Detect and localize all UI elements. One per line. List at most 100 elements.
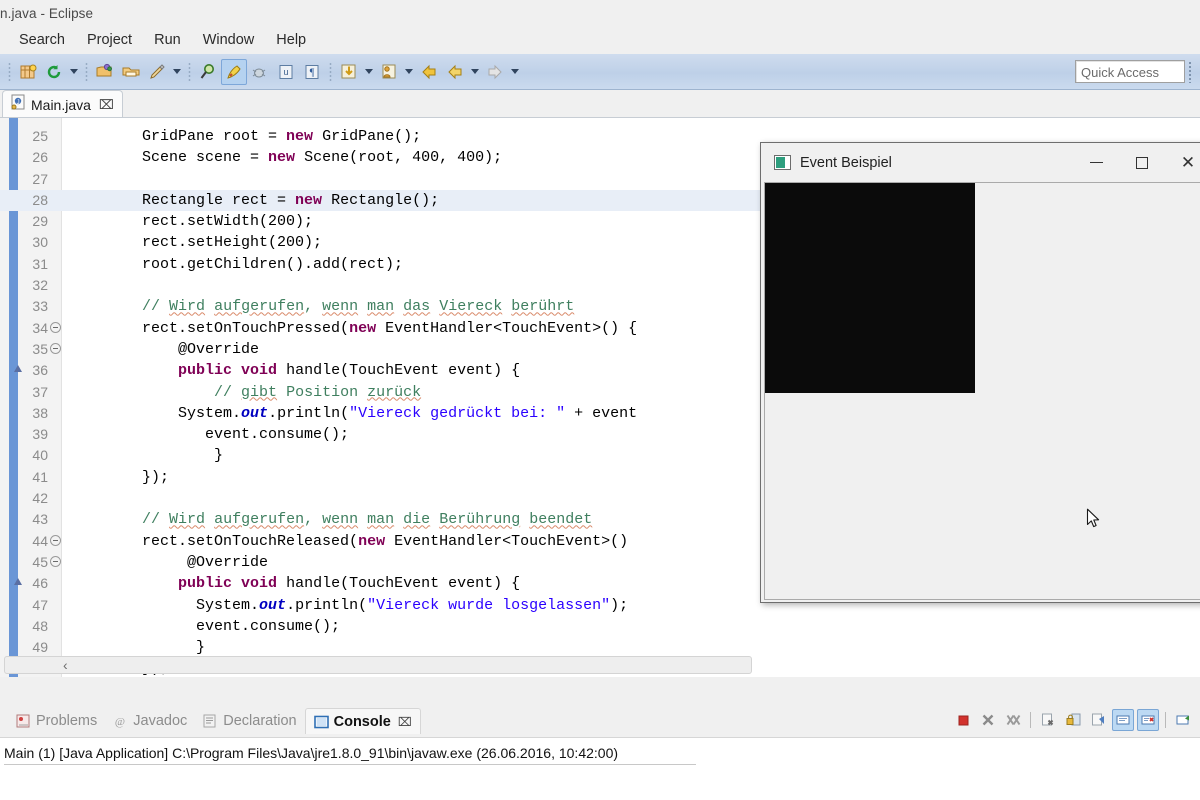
forward-dropdown-arrow[interactable] bbox=[508, 59, 522, 85]
fold-collapse-icon[interactable] bbox=[50, 534, 61, 546]
console-toolbar bbox=[952, 709, 1194, 731]
tab-console[interactable]: Console ⌧ bbox=[304, 708, 421, 734]
close-button[interactable]: ✕ bbox=[1165, 143, 1200, 183]
junit-icon[interactable]: u bbox=[273, 59, 299, 85]
java-application-window[interactable]: Event Beispiel ✕ bbox=[760, 142, 1200, 603]
line-number: 42 bbox=[32, 490, 48, 507]
fold-collapse-icon[interactable] bbox=[50, 321, 61, 333]
line-number: 26 bbox=[32, 149, 48, 166]
toolbar-separator bbox=[1030, 712, 1031, 728]
maximize-icon bbox=[1136, 156, 1148, 169]
toolbar-grip[interactable] bbox=[8, 61, 11, 82]
print-icon[interactable] bbox=[118, 59, 144, 85]
back-icon[interactable] bbox=[442, 59, 468, 85]
clear-console-icon[interactable] bbox=[1037, 709, 1059, 731]
menu-item-help[interactable]: Help bbox=[265, 29, 317, 51]
fold-collapse-icon[interactable] bbox=[50, 555, 61, 567]
remove-launch-icon[interactable] bbox=[977, 709, 999, 731]
declaration-icon bbox=[203, 714, 218, 728]
svg-text:u: u bbox=[283, 68, 288, 78]
close-icon[interactable]: ⌧ bbox=[99, 97, 114, 113]
maximize-button[interactable] bbox=[1119, 143, 1165, 183]
editor-tabrow: J Main.java ⌧ bbox=[0, 90, 1200, 119]
pin-console-icon[interactable] bbox=[1087, 709, 1109, 731]
line-number: 41 bbox=[32, 468, 48, 485]
build-dropdown-arrow[interactable] bbox=[170, 59, 184, 85]
console-divider bbox=[4, 764, 696, 765]
scroll-left-icon[interactable]: ‹ bbox=[63, 658, 68, 672]
code-line-text: @Override bbox=[178, 340, 260, 358]
forward-icon[interactable] bbox=[482, 59, 508, 85]
back-yellow-icon[interactable] bbox=[416, 59, 442, 85]
scroll-lock-icon[interactable] bbox=[1062, 709, 1084, 731]
code-line-text: event.consume(); bbox=[205, 426, 350, 444]
line-number: 34 bbox=[32, 319, 48, 336]
app-icon bbox=[774, 155, 791, 170]
line-number: 31 bbox=[32, 255, 48, 272]
toolbar-grip[interactable] bbox=[85, 61, 88, 82]
person-icon[interactable] bbox=[376, 59, 402, 85]
line-number: 25 bbox=[32, 128, 48, 144]
minimize-button[interactable] bbox=[1073, 143, 1119, 183]
code-line[interactable]: 48 event.consume(); bbox=[0, 616, 1200, 637]
java-window-titlebar[interactable]: Event Beispiel ✕ bbox=[761, 143, 1200, 183]
code-line-text: rect.setOnTouchPressed(new EventHandler<… bbox=[142, 319, 638, 337]
code-line-text: event.consume(); bbox=[196, 617, 341, 635]
line-number: 40 bbox=[32, 447, 48, 464]
toolbar-overflow-grip[interactable] bbox=[1188, 60, 1192, 83]
annotation-marker-icon[interactable] bbox=[14, 578, 22, 586]
new-console-view-icon[interactable] bbox=[1172, 709, 1194, 731]
back-dropdown-arrow[interactable] bbox=[468, 59, 482, 85]
tab-problems[interactable]: Problems bbox=[8, 708, 105, 734]
debug-icon[interactable] bbox=[247, 59, 273, 85]
javadoc-icon: @ bbox=[113, 714, 128, 728]
person-dropdown-arrow[interactable] bbox=[402, 59, 416, 85]
refresh-icon[interactable] bbox=[41, 59, 67, 85]
code-line-text: @Override bbox=[187, 553, 269, 571]
quick-access-input[interactable]: Quick Access bbox=[1075, 60, 1185, 83]
run-icon[interactable] bbox=[221, 58, 247, 85]
code-line-text: Rectangle rect = new Rectangle(); bbox=[142, 191, 440, 209]
line-number: 27 bbox=[32, 170, 48, 187]
code-line-text: // gibt Position zurück bbox=[214, 383, 422, 401]
menu-item-window[interactable]: Window bbox=[192, 29, 266, 51]
terminate-icon[interactable] bbox=[952, 709, 974, 731]
eclipse-window: n.java - Eclipse Search Project Run Wind… bbox=[0, 0, 1200, 800]
problems-icon bbox=[16, 714, 31, 728]
menu-item-search[interactable]: Search bbox=[8, 29, 76, 51]
tab-javadoc[interactable]: @ Javadoc bbox=[105, 708, 195, 734]
fold-collapse-icon[interactable] bbox=[50, 342, 61, 354]
tab-console-label: Console bbox=[333, 713, 391, 730]
search-icon[interactable] bbox=[195, 59, 221, 85]
code-line-text: // Wird aufgerufen, wenn man das Viereck… bbox=[142, 298, 575, 316]
java-window-controls: ✕ bbox=[1073, 143, 1200, 183]
download-dropdown-arrow[interactable] bbox=[362, 59, 376, 85]
open-console-icon[interactable] bbox=[1137, 709, 1159, 731]
svg-text:J: J bbox=[16, 99, 20, 106]
display-selected-console-icon[interactable] bbox=[1112, 709, 1134, 731]
black-rectangle[interactable] bbox=[765, 183, 975, 393]
annotation-marker-icon[interactable] bbox=[14, 365, 22, 373]
menu-item-project[interactable]: Project bbox=[76, 29, 143, 51]
console-output[interactable]: Main (1) [Java Application] C:\Program F… bbox=[0, 737, 1200, 800]
new-wizard-dropdown-arrow[interactable] bbox=[67, 59, 81, 85]
editor-tab-main-java[interactable]: J Main.java ⌧ bbox=[2, 90, 123, 118]
line-number: 43 bbox=[32, 511, 48, 528]
line-number: 30 bbox=[32, 234, 48, 251]
menu-item-run[interactable]: Run bbox=[143, 29, 192, 51]
tab-declaration[interactable]: Declaration bbox=[195, 708, 304, 734]
close-icon[interactable]: ⌧ bbox=[398, 715, 412, 729]
pilcrow-icon[interactable]: ¶ bbox=[299, 59, 325, 85]
toolbar-grip[interactable] bbox=[188, 61, 191, 82]
javafx-scene[interactable] bbox=[764, 182, 1200, 600]
remove-all-launches-icon[interactable] bbox=[1002, 709, 1024, 731]
line-number: 47 bbox=[32, 596, 48, 613]
toolbar-grip[interactable] bbox=[329, 61, 332, 82]
code-line-text: rect.setOnTouchReleased(new EventHandler… bbox=[142, 532, 629, 550]
editor-horizontal-scrollbar[interactable]: ‹ bbox=[4, 656, 752, 674]
download-icon[interactable] bbox=[336, 59, 362, 85]
save-icon[interactable] bbox=[92, 59, 118, 85]
build-icon[interactable] bbox=[144, 59, 170, 85]
bottom-view: Problems @ Javadoc Declaration Console ⌧… bbox=[0, 705, 1200, 800]
new-wizard-icon[interactable] bbox=[15, 59, 41, 85]
